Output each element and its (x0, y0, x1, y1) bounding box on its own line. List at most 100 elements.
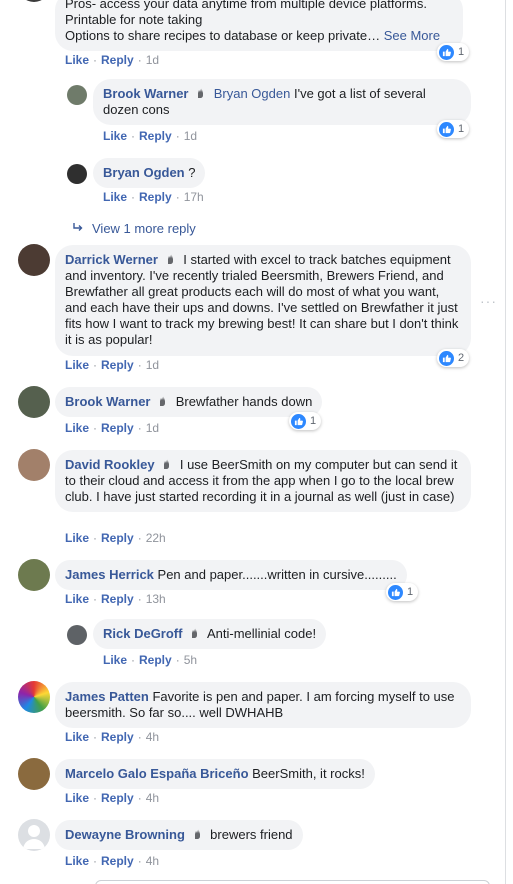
like-button[interactable]: Like (65, 421, 89, 435)
comment-author[interactable]: James Herrick (65, 567, 154, 582)
timestamp[interactable]: 1d (146, 421, 159, 435)
comment-bubble: Rick DeGroff Anti-mellinial code! (93, 619, 327, 649)
timestamp[interactable]: 17h (184, 190, 204, 204)
next-comment-edge (95, 880, 490, 884)
avatar[interactable] (18, 0, 50, 2)
comment-author[interactable]: Marcelo Galo España Briceño (65, 766, 249, 781)
comment-author[interactable]: Dewayne Browning (65, 827, 185, 842)
avatar[interactable] (67, 85, 87, 105)
reply-button[interactable]: Reply (101, 592, 134, 606)
comment-text: Anti-mellinial code! (207, 626, 317, 641)
comment-text: BeerSmith, it rocks! (252, 766, 365, 781)
comment-author[interactable]: James Patten (65, 689, 149, 704)
reaction-count[interactable]: 1 (289, 412, 322, 430)
comment-actions: Like · Reply · 1d (65, 53, 160, 67)
comment-line: Options to share recipes to database or … (65, 28, 441, 43)
comment-actions: Like · Reply · 5h (103, 653, 198, 667)
like-button[interactable]: Like (103, 653, 127, 667)
see-more-link[interactable]: See More (384, 28, 440, 43)
timestamp[interactable]: 1d (184, 129, 197, 143)
comment-author[interactable]: David Rookley (65, 457, 155, 472)
timestamp[interactable]: 22h (146, 531, 166, 545)
comment-bubble: James Patten Favorite is pen and paper. … (55, 682, 471, 728)
like-button[interactable]: Like (65, 53, 89, 67)
avatar[interactable] (67, 625, 87, 645)
comment-text: ? (188, 165, 196, 180)
timestamp[interactable]: 13h (146, 592, 166, 606)
top-fan-badge-icon (198, 88, 204, 98)
timestamp[interactable]: 4h (146, 730, 159, 744)
comment-author[interactable]: Bryan Ogden (103, 165, 185, 180)
comment-line: Printable for note taking (65, 12, 203, 27)
like-button[interactable]: Like (65, 854, 89, 868)
like-button[interactable]: Like (65, 791, 89, 805)
top-fan-badge-icon (167, 254, 173, 264)
avatar[interactable] (18, 559, 50, 591)
avatar[interactable] (67, 164, 87, 184)
reply-arrow-icon (73, 223, 83, 231)
like-button[interactable]: Like (65, 730, 89, 744)
comment-text: brewers friend (210, 827, 293, 842)
reaction-count[interactable]: 2 (437, 349, 470, 367)
reaction-count[interactable]: 1 (437, 43, 470, 61)
like-button[interactable]: Like (65, 592, 89, 606)
avatar[interactable] (18, 819, 50, 851)
reply-button[interactable]: Reply (101, 791, 134, 805)
comment-bubble: Dewayne Browning brewers friend (55, 820, 303, 850)
avatar[interactable] (18, 758, 50, 790)
default-avatar-icon (23, 825, 45, 849)
timestamp[interactable]: 1d (146, 358, 159, 372)
like-reaction-icon (388, 584, 403, 600)
timestamp[interactable]: 1d (146, 53, 159, 67)
reply-button[interactable]: Reply (139, 190, 172, 204)
reply-button[interactable]: Reply (101, 421, 134, 435)
comment-author[interactable]: Darrick Werner (65, 252, 158, 267)
comment-actions: Like · Reply · 22h (65, 531, 166, 545)
comment-bubble: Darrick Werner I started with excel to t… (55, 245, 471, 356)
reaction-count[interactable]: 1 (386, 583, 419, 601)
comment-bubble: Brook Warner Bryan Ogden I've got a list… (93, 79, 471, 125)
comment-author[interactable]: Rick DeGroff (103, 626, 182, 641)
like-reaction-icon (291, 413, 306, 429)
right-border (505, 0, 506, 884)
top-fan-badge-icon (160, 396, 166, 406)
comment-bubble: David Rookley I use BeerSmith on my comp… (55, 450, 471, 512)
like-button[interactable]: Like (103, 190, 127, 204)
reply-button[interactable]: Reply (139, 129, 172, 143)
reply-button[interactable]: Reply (101, 531, 134, 545)
comment-bubble: Brook Warner Brewfather hands down (55, 387, 323, 417)
timestamp[interactable]: 4h (146, 791, 159, 805)
comment-actions: Like · Reply · 4h (65, 854, 160, 868)
like-reaction-icon (439, 44, 454, 60)
top-fan-badge-icon (192, 628, 198, 638)
avatar[interactable] (18, 386, 50, 418)
timestamp[interactable]: 4h (146, 854, 159, 868)
mention-link[interactable]: Bryan Ogden (214, 86, 291, 101)
comment-text: Pen and paper.......written in cursive..… (157, 567, 397, 582)
comment-bubble: Marcelo Galo España Briceño BeerSmith, i… (55, 759, 375, 789)
comment-author[interactable]: Brook Warner (65, 394, 150, 409)
comment-actions: Like · Reply · 4h (65, 791, 160, 805)
comment-actions: Like · Reply · 13h (65, 592, 166, 606)
like-reaction-icon (439, 121, 454, 137)
timestamp[interactable]: 5h (184, 653, 197, 667)
comment-text: Brewfather hands down (175, 394, 313, 409)
reply-button[interactable]: Reply (101, 358, 134, 372)
comment-line: Pros- access your data anytime from mult… (65, 0, 427, 11)
reply-button[interactable]: Reply (101, 854, 134, 868)
view-more-replies[interactable]: View 1 more reply (72, 221, 196, 236)
avatar[interactable] (18, 244, 50, 276)
like-button[interactable]: Like (103, 129, 127, 143)
like-button[interactable]: Like (65, 531, 89, 545)
reaction-count[interactable]: 1 (437, 120, 470, 138)
like-button[interactable]: Like (65, 358, 89, 372)
avatar[interactable] (18, 449, 50, 481)
reply-button[interactable]: Reply (101, 53, 134, 67)
reply-button[interactable]: Reply (139, 653, 172, 667)
more-options-icon[interactable]: ··· (480, 293, 497, 309)
avatar[interactable] (18, 681, 50, 713)
reply-button[interactable]: Reply (101, 730, 134, 744)
comment-bubble: James Herrick Pen and paper.......writte… (55, 560, 407, 590)
comment-actions: Like · Reply · 1d (103, 129, 198, 143)
comment-author[interactable]: Brook Warner (103, 86, 188, 101)
